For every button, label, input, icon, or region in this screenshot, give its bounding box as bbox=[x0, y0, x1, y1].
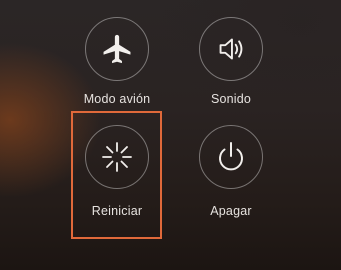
airplane-mode-label: Modo avión bbox=[83, 92, 151, 106]
airplane-mode-button[interactable] bbox=[85, 17, 149, 81]
sound-label: Sonido bbox=[210, 92, 252, 106]
power-off-button[interactable] bbox=[199, 125, 263, 189]
highlight-box bbox=[71, 111, 162, 239]
sound-button[interactable] bbox=[199, 17, 263, 81]
airplane-icon bbox=[100, 32, 134, 66]
power-off-label: Apagar bbox=[210, 204, 252, 218]
speaker-icon bbox=[212, 30, 250, 68]
power-icon bbox=[211, 137, 251, 177]
